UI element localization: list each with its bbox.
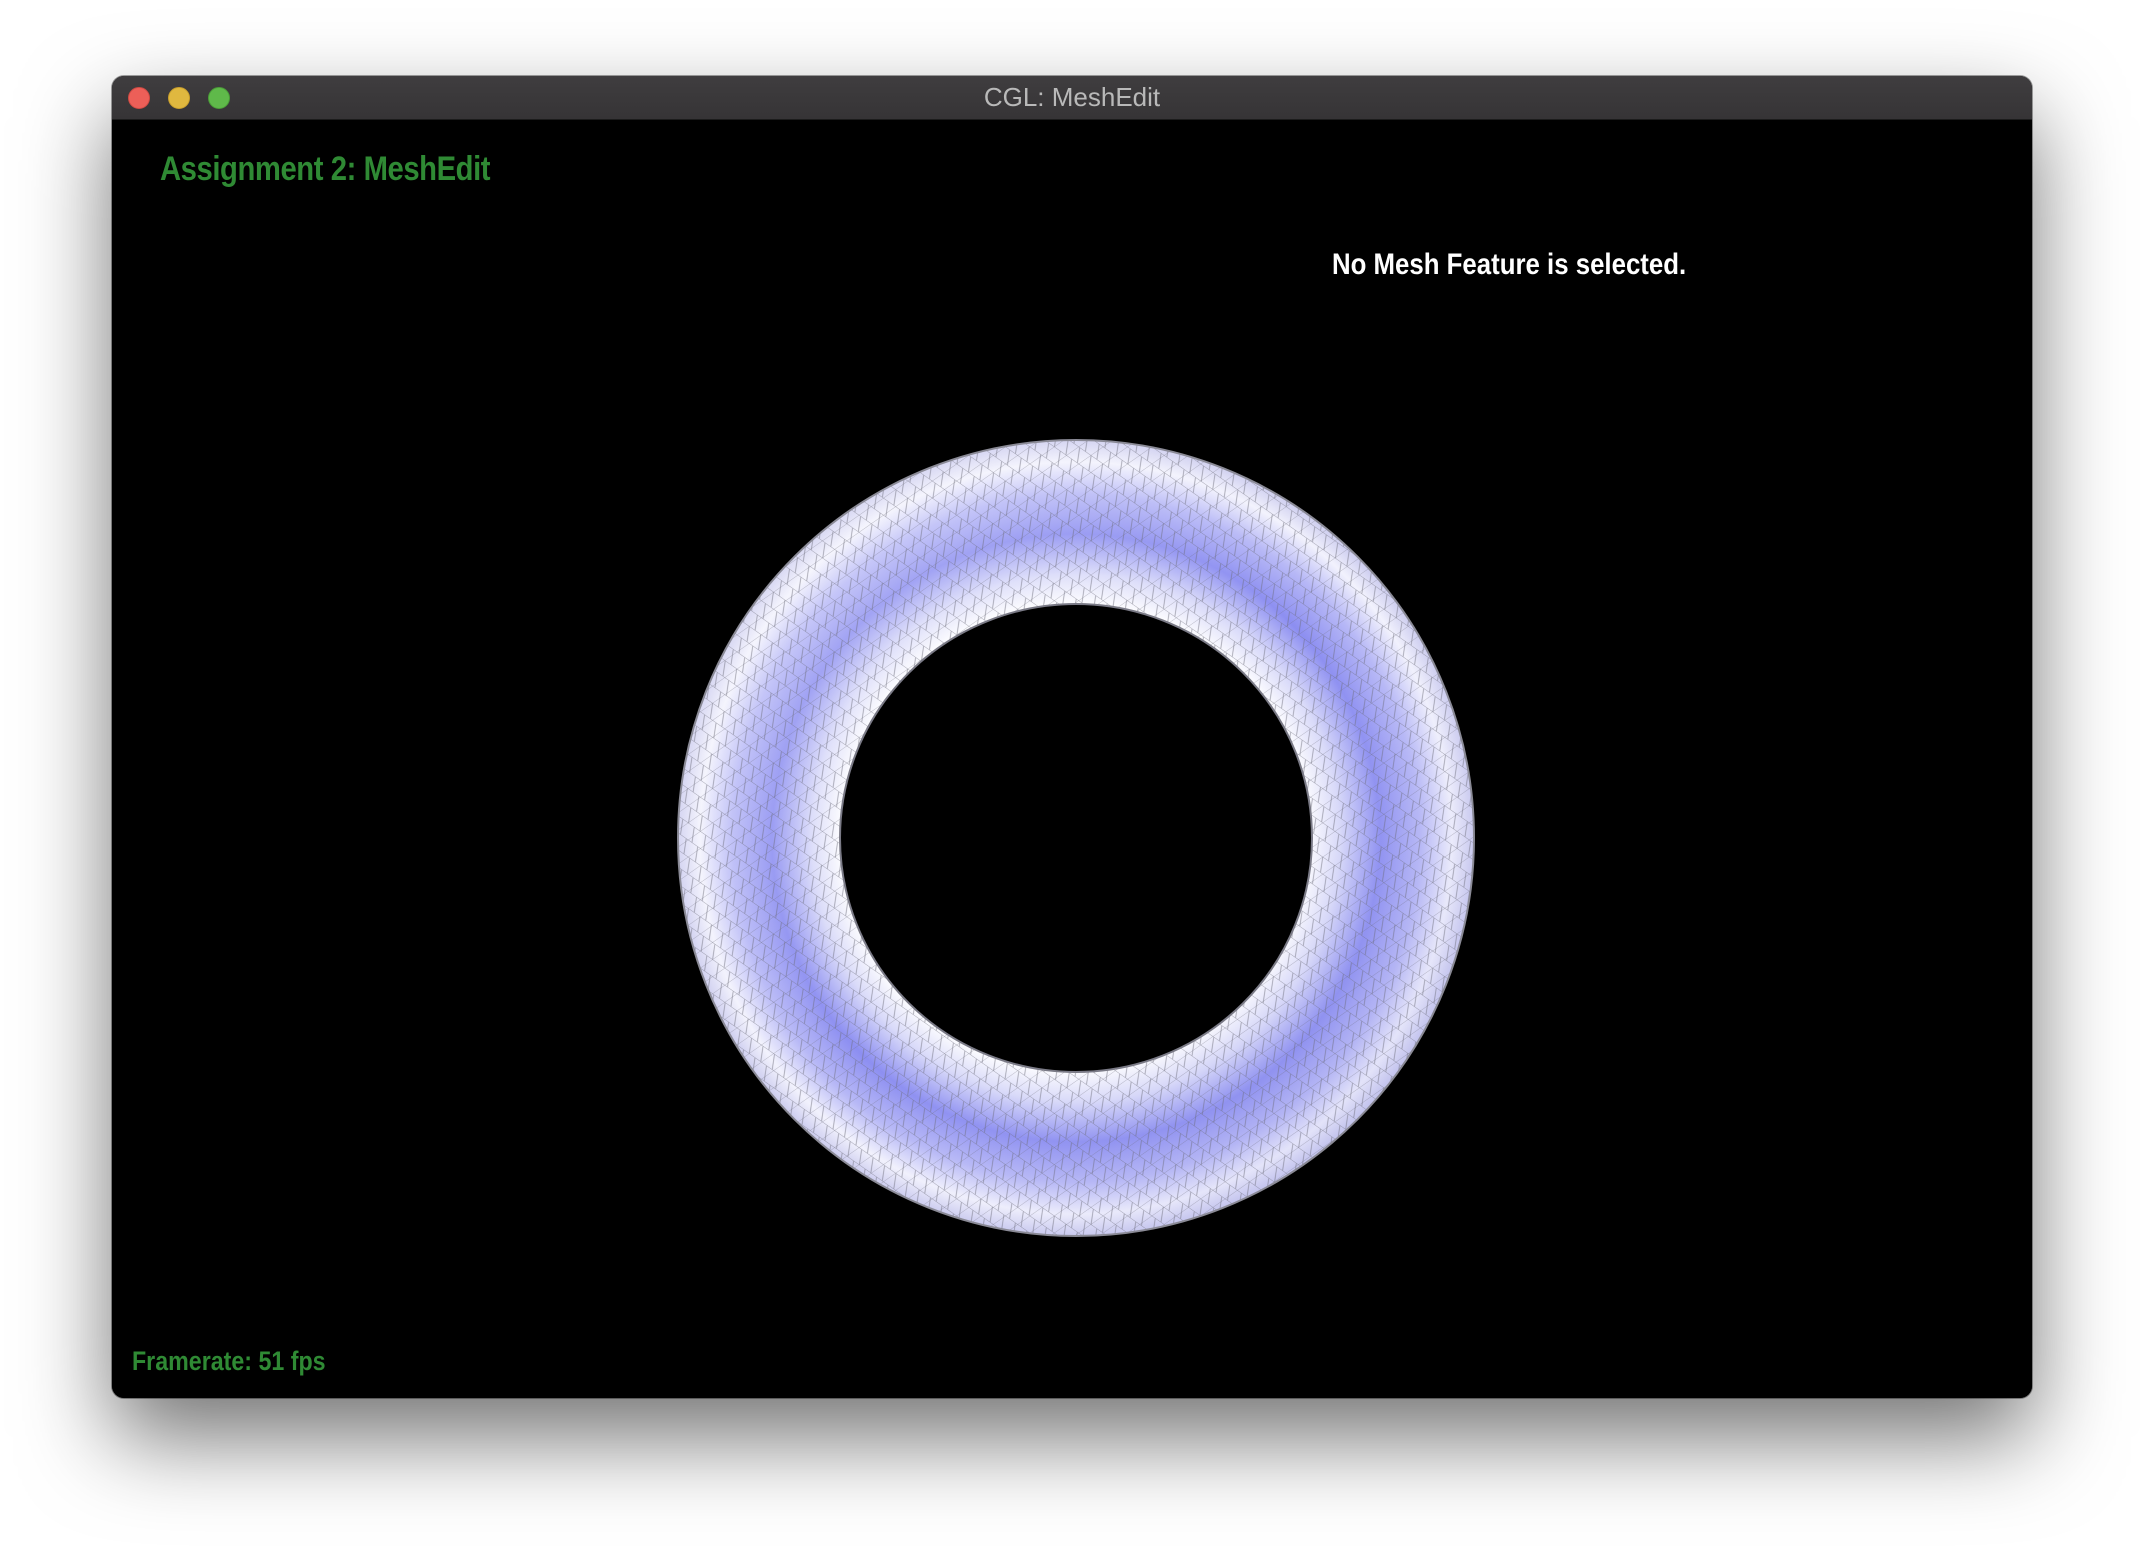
window-title: CGL: MeshEdit (983, 82, 1161, 112)
title-bar[interactable]: CGL: MeshEdit (112, 76, 2032, 120)
app-window: CGL: MeshEdit Assignment 2: MeshEdit No … (112, 76, 2032, 1398)
torus-mesh[interactable] (676, 438, 1476, 1238)
selection-status: No Mesh Feature is selected. (1332, 248, 1687, 281)
render-viewport[interactable]: Assignment 2: MeshEdit No Mesh Feature i… (112, 120, 2032, 1398)
framerate-label: Framerate: 51 fps (132, 1346, 326, 1376)
app-title: Assignment 2: MeshEdit (160, 150, 491, 188)
